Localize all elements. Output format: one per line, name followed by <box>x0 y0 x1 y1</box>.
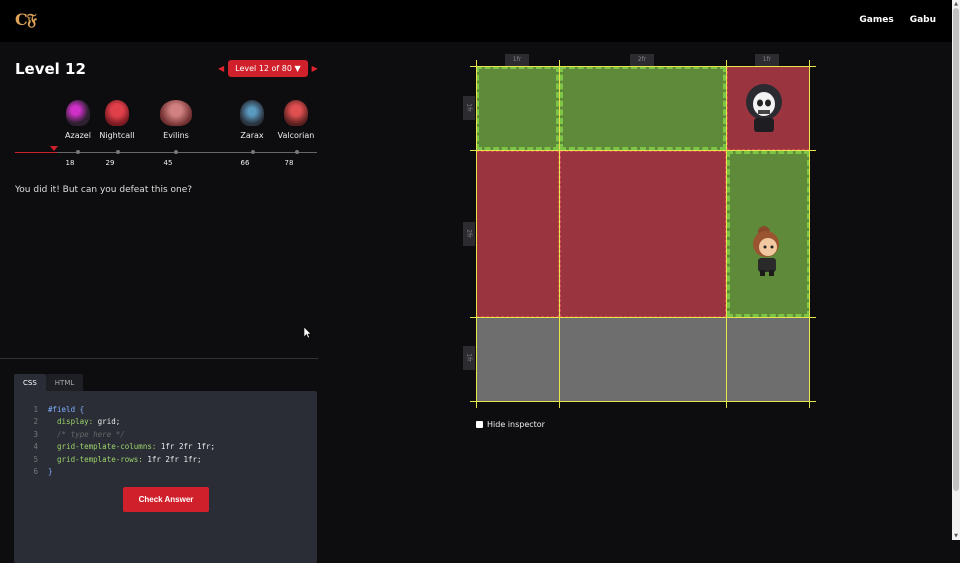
level-title: Level 12 <box>15 60 86 78</box>
next-level-icon[interactable]: ▶ <box>312 64 318 73</box>
scrollbar-thumb[interactable] <box>953 8 959 491</box>
code-selector-close: } <box>48 467 53 477</box>
nav-games-link[interactable]: Games <box>859 15 893 25</box>
line-number: 3 <box>33 429 38 439</box>
top-bar: C𝔉 Games Gabu <box>0 0 952 42</box>
code-selector: #field { <box>48 405 85 414</box>
progress-done <box>15 152 57 153</box>
prev-level-icon[interactable]: ◀ <box>218 64 224 73</box>
row-header: 1fr <box>463 346 475 370</box>
editor-tabs: CSS HTML <box>14 374 84 392</box>
progress-tick <box>295 150 299 154</box>
level-dropdown[interactable]: Level 12 of 80 ▼ <box>228 60 308 77</box>
grid-line <box>809 60 810 408</box>
boss-nightcall[interactable]: Nightcall <box>92 100 142 140</box>
row-header: 2fr <box>463 222 475 246</box>
grid-cell-target <box>560 66 726 150</box>
boss-avatar <box>160 100 192 126</box>
grid-line <box>470 401 816 402</box>
boss-level-number: 66 <box>240 159 250 167</box>
boss-name: Valcorian <box>277 131 315 140</box>
line-number: 4 <box>33 442 38 452</box>
hide-inspector-toggle[interactable]: Hide inspector <box>476 420 545 429</box>
grid-cell-danger <box>476 151 559 317</box>
tab-html[interactable]: HTML <box>45 374 84 392</box>
boss-zarax[interactable]: Zarax <box>227 100 277 140</box>
col-header: 1fr <box>505 54 529 66</box>
grid-line <box>559 60 560 408</box>
boss-avatar <box>105 100 129 126</box>
level-message: You did it! But can you defeat this one? <box>15 185 193 195</box>
code-value: 1fr 2fr 1fr; <box>142 454 202 464</box>
boss-evilins[interactable]: Evilins <box>151 100 201 140</box>
grid-line <box>470 150 816 151</box>
progress-tick <box>174 150 178 154</box>
boss-name: Evilins <box>163 131 189 140</box>
mouse-cursor-icon <box>304 327 312 339</box>
scroll-up-icon[interactable]: ▲ <box>952 0 960 8</box>
hero-character-icon <box>753 226 779 276</box>
line-number: 2 <box>33 417 38 427</box>
boss-name: Zarax <box>240 131 264 140</box>
row-header: 1fr <box>463 96 475 120</box>
boss-level-number: 45 <box>163 159 173 167</box>
logo[interactable]: C𝔉 <box>15 10 37 30</box>
top-nav: Games Gabu <box>859 15 936 25</box>
page-scrollbar[interactable]: ▲ ▼ <box>952 0 960 540</box>
grid-line <box>470 66 816 67</box>
grid-row-empty <box>476 318 810 402</box>
line-number: 6 <box>33 467 38 477</box>
boss-level-number: 29 <box>105 159 115 167</box>
grid-line <box>470 317 816 318</box>
hide-inspector-label: Hide inspector <box>487 420 545 429</box>
progress-tick <box>251 150 255 154</box>
line-number: 1 <box>33 405 38 414</box>
col-header: 2fr <box>630 54 654 66</box>
grid-line <box>726 60 727 408</box>
current-level-marker <box>50 146 58 151</box>
boss-avatar <box>240 100 264 126</box>
level-panel: Level 12 ◀ Level 12 of 80 ▼ ▶ Azazel Nig… <box>0 42 321 563</box>
boss-level-number: 18 <box>65 159 75 167</box>
code-property: grid-template-columns: <box>57 442 157 452</box>
code-comment: /* type here */ <box>57 429 125 439</box>
checkbox[interactable] <box>476 421 483 428</box>
tab-css[interactable]: CSS <box>14 374 46 392</box>
boss-level-number: 78 <box>284 159 294 167</box>
col-header: 1fr <box>755 54 779 66</box>
grid-cell-danger <box>560 151 726 317</box>
line-number: 5 <box>33 454 38 464</box>
progress-tick <box>76 150 80 154</box>
code-value: grid; <box>93 417 121 427</box>
check-answer-button[interactable]: Check Answer <box>123 487 209 512</box>
boss-avatar <box>284 100 308 126</box>
code-property: display: <box>57 417 94 427</box>
code-editor[interactable]: 1 #field { 2 display: grid; 3 /* type her… <box>14 391 317 563</box>
skull-enemy-icon <box>746 84 782 132</box>
nav-user-link[interactable]: Gabu <box>910 15 936 25</box>
progress-track <box>15 152 317 153</box>
code-property: grid-template-rows: <box>57 454 143 464</box>
scroll-down-icon[interactable]: ▼ <box>952 532 960 540</box>
code-value: 1fr 2fr 1fr; <box>156 442 216 452</box>
grid-field <box>470 60 816 408</box>
boss-name: Nightcall <box>99 131 135 140</box>
boss-valcorian[interactable]: Valcorian <box>271 100 321 140</box>
code-area[interactable]: 1 #field { 2 display: grid; 3 /* type her… <box>24 404 215 478</box>
level-selector: ◀ Level 12 of 80 ▼ ▶ <box>218 60 318 77</box>
divider <box>0 358 318 359</box>
grid-cell-target <box>476 66 559 150</box>
boss-avatar <box>66 100 90 126</box>
progress-tick <box>116 150 120 154</box>
grid-line <box>476 60 477 408</box>
